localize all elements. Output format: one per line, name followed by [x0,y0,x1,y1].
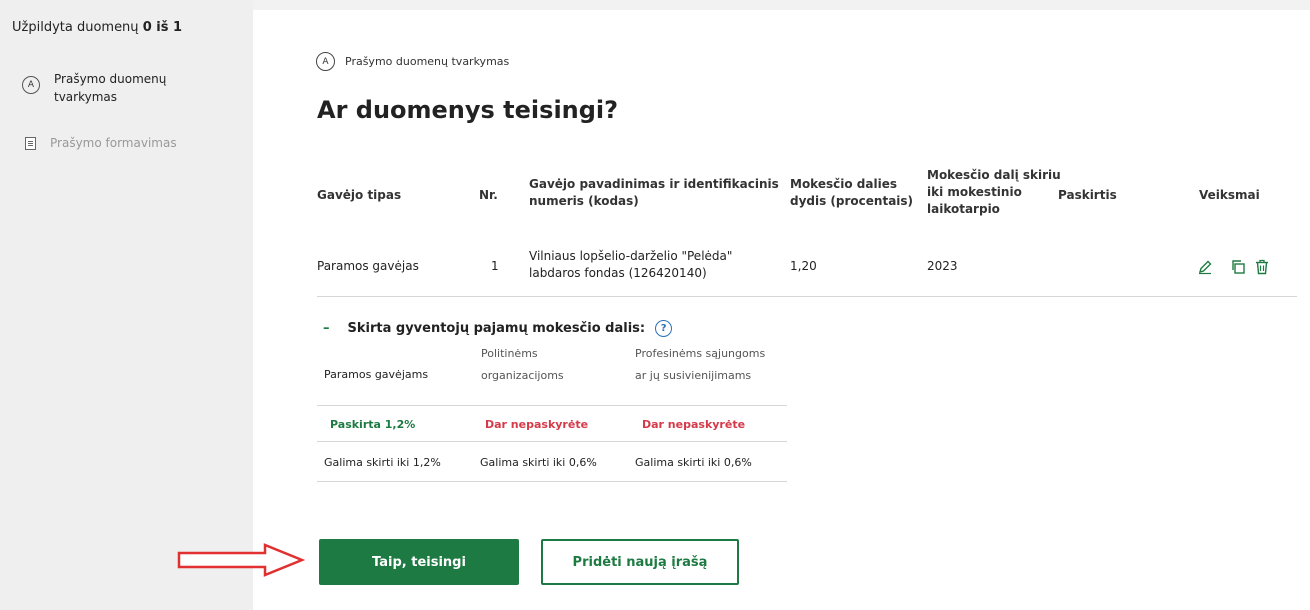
status-assigned: Paskirta 1,2% [330,418,416,431]
sidebar-step-label: Prašymo duomenų tvarkymas [54,72,167,104]
cell-period: 2023 [927,259,958,273]
crumb-badge: A [316,52,335,71]
add-new-entry-button[interactable]: Pridėti naują įrašą [541,539,739,585]
breadcrumb: A Prašymo duomenų tvarkymas [316,52,509,71]
cell-recipient-name: Vilniaus lopšelio-darželio "Pelėda" labd… [529,249,733,280]
status-not-assigned-unions: Dar nepaskyrėte [642,418,746,431]
status-not-assigned-political: Dar nepaskyrėte [485,418,589,431]
collapse-icon[interactable]: – [323,321,330,336]
page-title: Ar duomenys teisingi? [317,96,619,124]
sidebar: Užpildyta duomenų 0 iš 1 A Prašymo duome… [0,0,253,610]
col-header-purpose: Paskirtis [1058,188,1117,202]
cell-recipient-type: Paramos gavėjas [317,259,419,273]
col-header-recipient-type: Gavėjo tipas [317,188,402,202]
summary-divider [317,405,787,406]
sidebar-step-request-forming[interactable]: Prašymo formavimas [22,136,177,150]
step-badge: A [22,76,40,94]
main-panel: A Prašymo duomenų tvarkymas Ar duomenys … [253,10,1310,610]
sidebar-step-label: Prašymo formavimas [50,136,177,150]
summary-col-support-recipients: Paramos gavėjams [324,368,429,381]
summary-col-political: Politinėms organizacijoms [481,347,564,382]
annotation-arrow-icon [177,543,305,577]
col-header-actions: Veiksmai [1199,188,1260,202]
summary-col-unions: Profesinėms sąjungoms ar jų susivienijim… [635,347,766,382]
col-header-recipient-name: Gavėjo pavadinimas ir identifikacinis nu… [529,177,779,208]
cell-share: 1,20 [790,259,817,273]
limit-unions: Galima skirti iki 0,6% [635,456,752,469]
document-icon [25,137,36,150]
sidebar-step-data-processing[interactable]: A Prašymo duomenų tvarkymas [22,70,166,106]
col-header-nr: Nr. [479,188,498,202]
table-divider [317,296,1297,297]
summary-divider [317,441,787,442]
limit-political: Galima skirti iki 0,6% [480,456,597,469]
tax-share-summary-toggle[interactable]: – Skirta gyventojų pajamų mokesčio dalis… [323,320,673,337]
limit-support-recipients: Galima skirti iki 1,2% [324,456,441,469]
col-header-period: Mokesčio dalį skiriu iki mokestinio laik… [927,168,1061,216]
progress-title: Užpildyta duomenų 0 iš 1 [12,20,183,35]
progress-count: 0 iš 1 [142,20,183,35]
cell-nr: 1 [491,259,499,273]
crumb-label: Prašymo duomenų tvarkymas [345,55,510,68]
col-header-share: Mokesčio dalies dydis (procentais) [790,177,914,208]
confirm-data-button[interactable]: Taip, teisingi [319,539,519,585]
pencil-icon[interactable] [1197,259,1213,275]
copy-icon[interactable] [1230,259,1246,275]
help-icon[interactable]: ? [655,320,673,337]
trash-icon[interactable] [1254,259,1270,275]
summary-title: Skirta gyventojų pajamų mokesčio dalis: [347,321,646,336]
summary-divider [317,481,787,482]
